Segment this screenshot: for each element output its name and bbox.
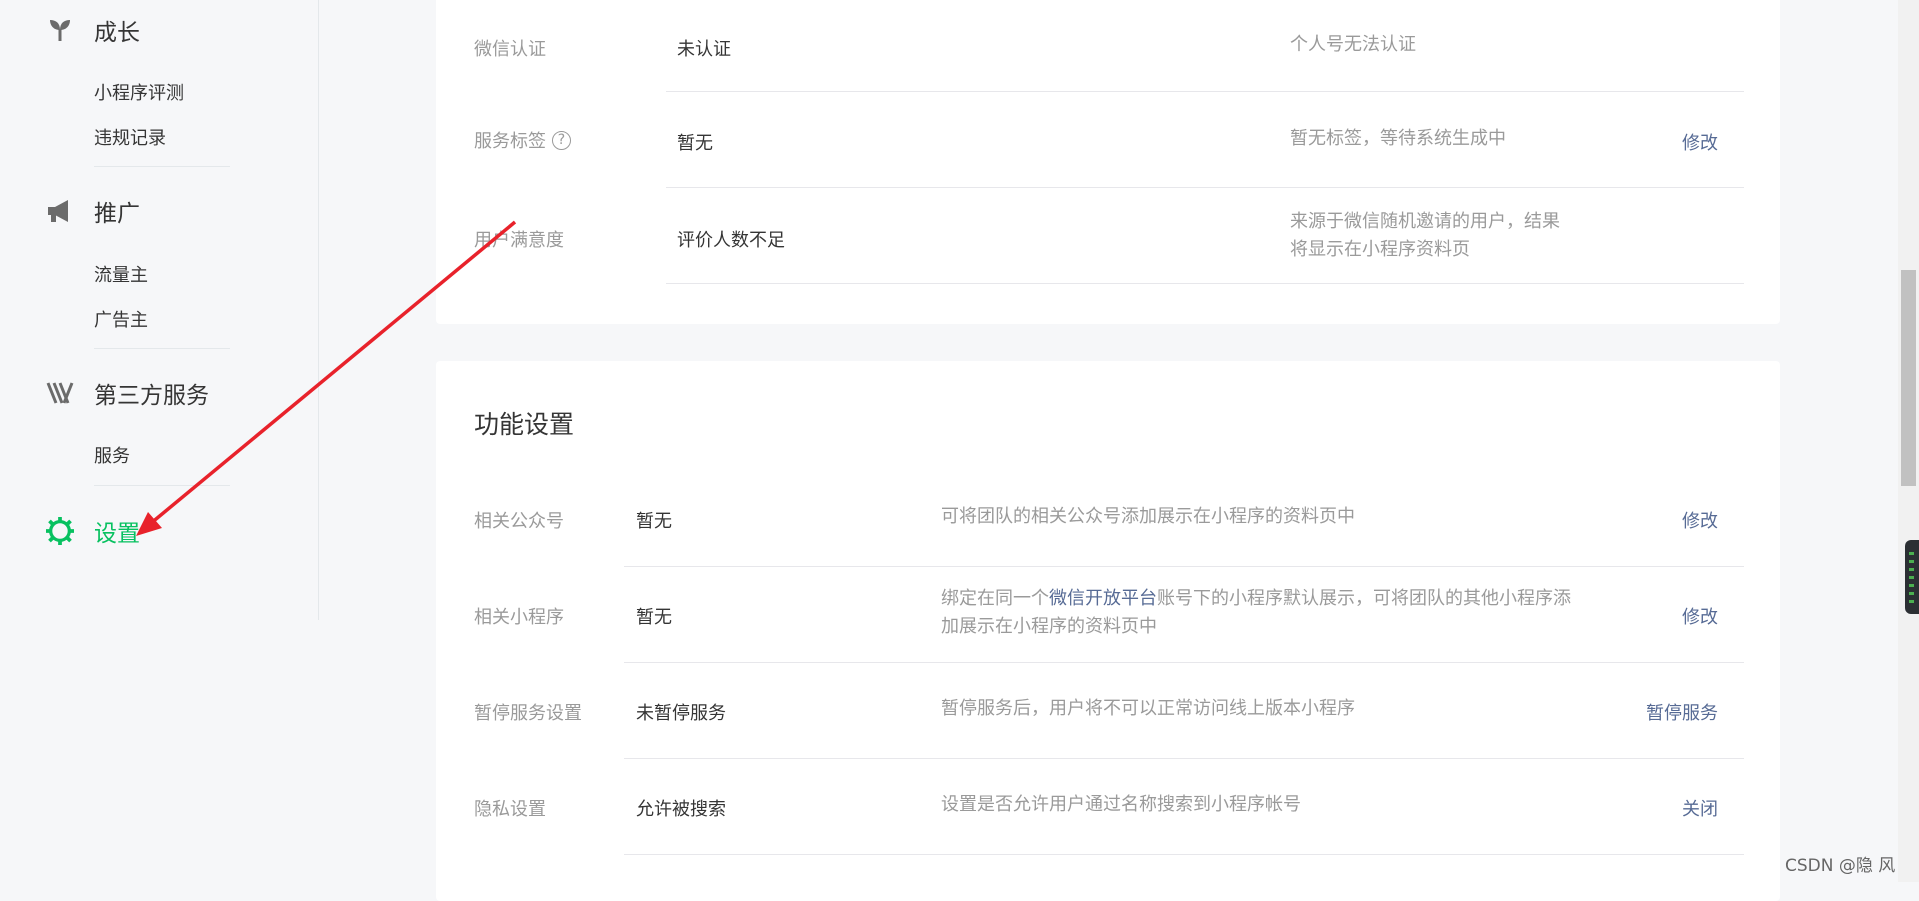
row-label: 服务标签 ? — [474, 127, 571, 153]
gear-icon — [46, 517, 74, 545]
row-value: 评价人数不足 — [677, 230, 785, 251]
row-desc: 暂停服务后，用户将不可以正常访问线上版本小程序 — [941, 698, 1355, 719]
row-value: 允许被搜索 — [636, 799, 726, 820]
row-desc-line2: 加展示在小程序的资料页中 — [941, 616, 1157, 637]
row-value: 未认证 — [677, 39, 731, 60]
nav-divider — [94, 348, 230, 349]
row-value: 暂无 — [636, 607, 672, 628]
edit-service-tags-button[interactable]: 修改 — [1682, 129, 1718, 155]
row-desc-line1: 来源于微信随机邀请的用户，结果 — [1290, 211, 1560, 232]
sidebar: 成长 小程序评测 违规记录 推广 流量主 广告主 第三方服务 服务 设置 — [0, 0, 319, 882]
open-platform-link[interactable]: 微信开放平台 — [1049, 588, 1157, 609]
nav-divider — [94, 485, 230, 486]
third-party-icon — [46, 379, 74, 407]
sprout-icon — [46, 16, 74, 44]
row-related-official-accounts: 相关公众号 暂无 可将团队的相关公众号添加展示在小程序的资料页中 修改 — [436, 471, 1780, 567]
row-service-tags: 服务标签 ? 暂无 暂无标签，等待系统生成中 修改 — [436, 92, 1780, 188]
row-label: 相关小程序 — [474, 607, 564, 628]
section-title: 功能设置 — [474, 410, 575, 439]
nav-section-promotion[interactable]: 推广 — [46, 195, 140, 227]
help-icon[interactable]: ? — [552, 130, 571, 150]
row-pause-service: 暂停服务设置 未暂停服务 暂停服务后，用户将不可以正常访问线上版本小程序 暂停服… — [436, 663, 1780, 759]
nav-section-third-party[interactable]: 第三方服务 — [46, 377, 209, 409]
row-label: 微信认证 — [474, 39, 546, 60]
sidebar-item-advertiser[interactable]: 广告主 — [94, 306, 148, 332]
row-privacy-settings: 隐私设置 允许被搜索 设置是否允许用户通过名称搜索到小程序帐号 关闭 — [436, 759, 1780, 855]
megaphone-icon — [46, 197, 74, 225]
sidebar-divider — [318, 0, 319, 620]
scrollbar-thumb[interactable] — [1901, 270, 1916, 486]
nav-section-settings-label: 设置 — [94, 521, 140, 547]
row-value: 未暂停服务 — [636, 703, 726, 724]
sidebar-item-mini-program-review[interactable]: 小程序评测 — [94, 79, 184, 105]
basic-info-card: 微信认证 未认证 个人号无法认证 服务标签 ? 暂无 暂无标签，等待系统生成中 … — [436, 0, 1780, 324]
row-value: 暂无 — [677, 133, 713, 154]
nav-section-growth[interactable]: 成长 — [46, 14, 140, 46]
sidebar-item-traffic-owner[interactable]: 流量主 — [94, 261, 148, 287]
row-divider — [666, 283, 1744, 284]
row-wechat-verification: 微信认证 未认证 个人号无法认证 — [436, 0, 1780, 92]
row-desc: 可将团队的相关公众号添加展示在小程序的资料页中 — [941, 506, 1355, 527]
row-value: 暂无 — [636, 511, 672, 532]
edit-related-mini-programs-button[interactable]: 修改 — [1682, 603, 1718, 629]
row-desc-line2: 将显示在小程序资料页 — [1290, 239, 1470, 260]
watermark: CSDN @隐 风 — [1785, 856, 1896, 876]
row-desc: 来源于微信随机邀请的用户，结果 将显示在小程序资料页 — [1290, 208, 1560, 264]
row-label: 相关公众号 — [474, 511, 564, 532]
row-related-mini-programs: 相关小程序 暂无 绑定在同一个微信开放平台账号下的小程序默认展示，可将团队的其他… — [436, 567, 1780, 663]
row-desc: 个人号无法认证 — [1290, 34, 1416, 55]
row-desc: 设置是否允许用户通过名称搜索到小程序帐号 — [941, 794, 1301, 815]
desc-text: 账号下的小程序默认展示，可将团队的其他小程序添 — [1157, 588, 1571, 609]
row-desc: 暂无标签，等待系统生成中 — [1290, 128, 1506, 149]
function-settings-card: 功能设置 相关公众号 暂无 可将团队的相关公众号添加展示在小程序的资料页中 修改… — [436, 361, 1780, 901]
nav-divider — [94, 166, 230, 167]
row-label: 用户满意度 — [474, 230, 564, 251]
sidebar-item-violation-records[interactable]: 违规记录 — [94, 124, 166, 150]
row-label: 暂停服务设置 — [474, 703, 582, 724]
row-label-text: 服务标签 — [474, 131, 546, 152]
nav-section-settings[interactable]: 设置 — [46, 515, 140, 547]
desc-text: 绑定在同一个 — [941, 588, 1049, 609]
side-widget[interactable] — [1905, 540, 1919, 614]
row-desc: 绑定在同一个微信开放平台账号下的小程序默认展示，可将团队的其他小程序添 加展示在… — [941, 585, 1571, 641]
row-desc-line1: 绑定在同一个微信开放平台账号下的小程序默认展示，可将团队的其他小程序添 — [941, 585, 1571, 613]
edit-related-official-accounts-button[interactable]: 修改 — [1682, 507, 1718, 533]
nav-section-growth-label: 成长 — [94, 20, 140, 46]
row-user-satisfaction: 用户满意度 评价人数不足 来源于微信随机邀请的用户，结果 将显示在小程序资料页 — [436, 188, 1780, 284]
nav-section-promotion-label: 推广 — [94, 201, 140, 227]
row-divider — [624, 854, 1744, 855]
sidebar-item-services[interactable]: 服务 — [94, 442, 130, 468]
pause-service-button[interactable]: 暂停服务 — [1646, 699, 1718, 725]
row-label: 隐私设置 — [474, 799, 546, 820]
nav-section-third-party-label: 第三方服务 — [94, 383, 209, 409]
disable-search-button[interactable]: 关闭 — [1682, 795, 1718, 821]
